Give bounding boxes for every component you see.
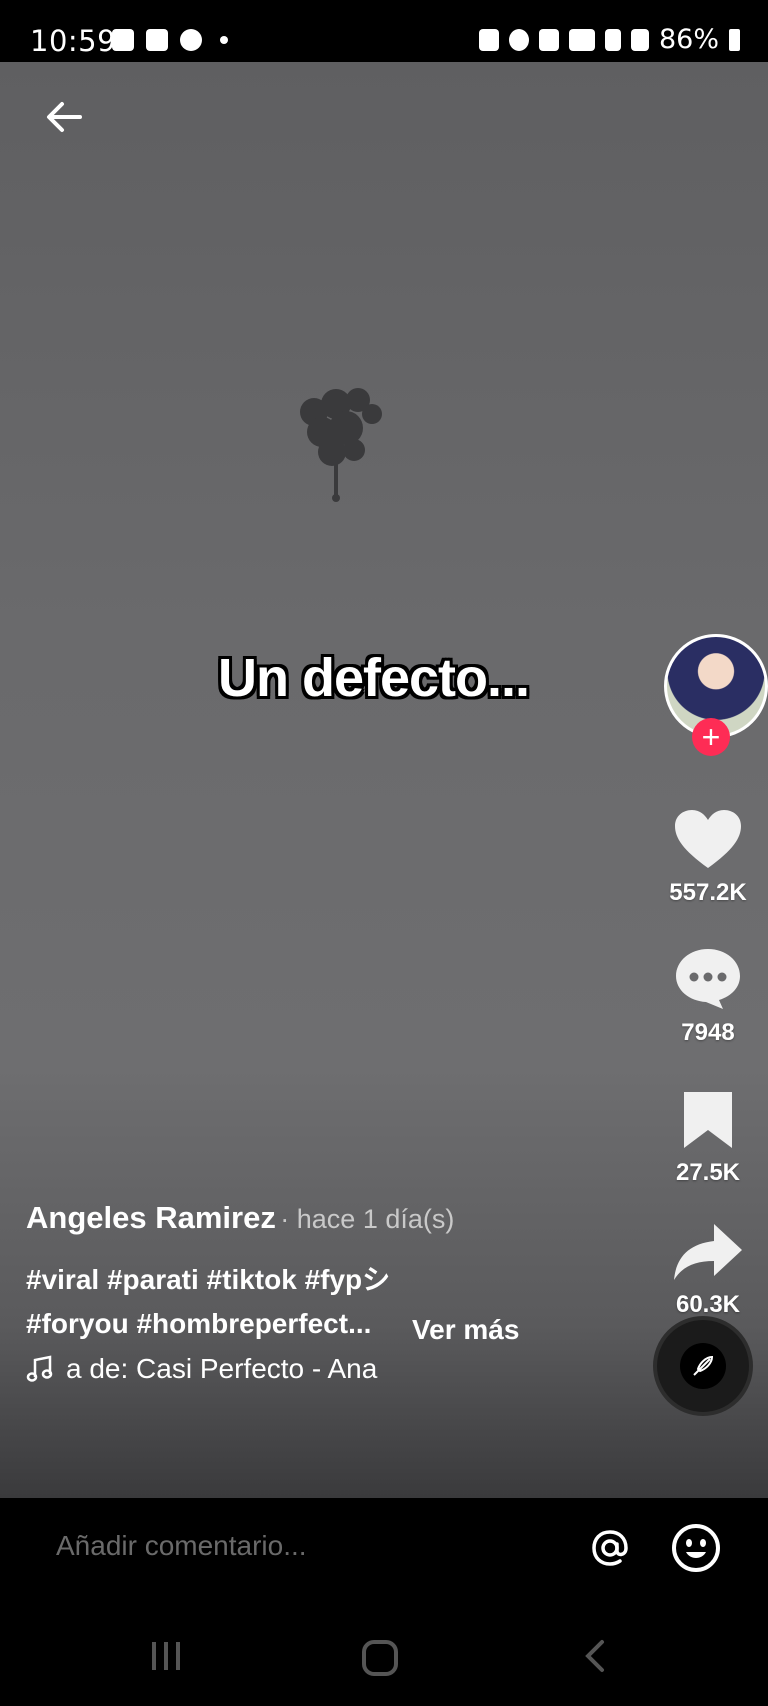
- mention-at-icon[interactable]: [586, 1524, 634, 1572]
- status-bar: 10:59 86%: [0, 0, 768, 62]
- alarm-icon: [508, 28, 529, 51]
- notification-icons: [112, 29, 228, 51]
- emoji-icon[interactable]: [670, 1522, 722, 1574]
- music-note-icon: [26, 1355, 53, 1382]
- status-time: 10:59: [30, 24, 117, 58]
- battery-icon: [729, 28, 740, 51]
- like-button[interactable]: 557.2K: [648, 808, 768, 907]
- heart-icon: [675, 810, 741, 868]
- quill-icon: [693, 1355, 714, 1376]
- chrome-icon: [180, 29, 202, 51]
- gallery-icon: [112, 29, 134, 51]
- see-more-link[interactable]: Ver más: [412, 1314, 519, 1346]
- mute-icon: [538, 28, 559, 51]
- signal-icon: [630, 28, 649, 51]
- wifi-icon: [568, 28, 595, 51]
- more-notifications-dot: [220, 36, 228, 44]
- system-nav-bar: [0, 1602, 768, 1706]
- like-count: 557.2K: [669, 879, 747, 906]
- lock-icon: [478, 28, 499, 51]
- comment-bar: Añadir comentario...: [0, 1498, 768, 1602]
- post-time: · hace 1 día(s): [280, 1204, 455, 1234]
- video-overlay-text: Un defecto...: [218, 648, 530, 708]
- home-icon[interactable]: [360, 1638, 400, 1678]
- comment-bubble-icon: [676, 949, 740, 1009]
- sound-disc[interactable]: [653, 1316, 753, 1416]
- comment-button[interactable]: 7948: [648, 946, 768, 1047]
- battery-percent: 86%: [658, 24, 719, 55]
- tree-silhouette: [300, 388, 382, 502]
- music-title: a de: Casi Perfecto - Ana: [66, 1353, 378, 1384]
- back-arrow-icon[interactable]: [40, 92, 90, 142]
- lte-icon: [604, 28, 621, 51]
- bookmark-icon: [684, 1092, 732, 1148]
- nav-back-icon[interactable]: [580, 1638, 610, 1674]
- author-name[interactable]: Angeles Ramirez: [26, 1200, 276, 1235]
- share-button[interactable]: 60.3K: [648, 1222, 768, 1319]
- hashtags-line-1[interactable]: #viral #parati #tiktok #fypシ: [26, 1258, 586, 1302]
- action-rail: + 557.2K 7948 27.5K 60.3K: [648, 62, 768, 1498]
- save-button[interactable]: 27.5K: [648, 1090, 768, 1187]
- recent-apps-icon[interactable]: [148, 1638, 184, 1674]
- comment-input[interactable]: Añadir comentario...: [56, 1530, 307, 1562]
- follow-button[interactable]: +: [692, 718, 730, 756]
- comment-count: 7948: [681, 1019, 735, 1046]
- save-count: 27.5K: [675, 1159, 741, 1186]
- share-arrow-icon: [674, 1224, 742, 1280]
- status-right: 86%: [478, 24, 740, 55]
- music-ticker[interactable]: a de: Casi Perfecto - Ana: [26, 1353, 416, 1385]
- app-notification-icon: [146, 29, 168, 51]
- share-count: 60.3K: [675, 1291, 741, 1318]
